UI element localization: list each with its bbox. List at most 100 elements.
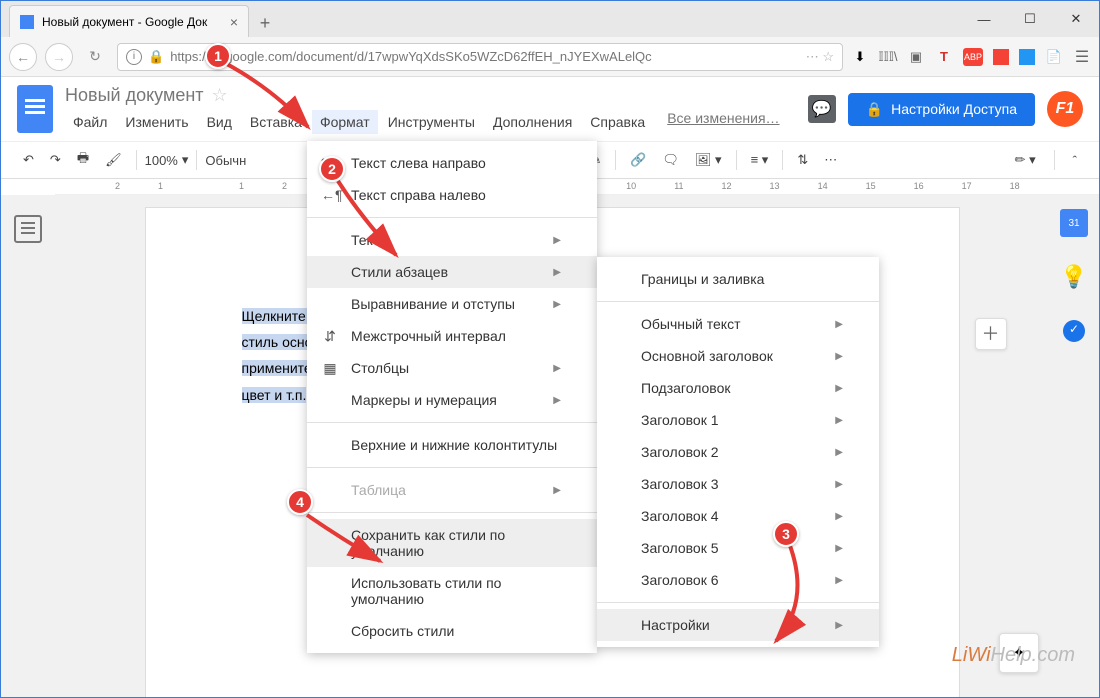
paragraph-style-select[interactable]: Обычн [205, 153, 246, 168]
submenu-subtitle[interactable]: Подзаголовок▶ [597, 372, 879, 404]
menu-bullets[interactable]: Маркеры и нумерация▶ [307, 384, 597, 416]
redo-button[interactable]: ↷ [44, 148, 67, 172]
keep-icon[interactable]: 💡 [1060, 263, 1088, 291]
collapse-button[interactable]: ˆ [1067, 149, 1083, 172]
submenu-arrow-icon: ▶ [835, 620, 843, 631]
minimize-button[interactable]: — [961, 1, 1007, 37]
submenu-settings[interactable]: Настройки▶ [597, 609, 879, 641]
comments-icon[interactable]: 💬 [808, 95, 836, 123]
calendar-icon[interactable]: 31 [1060, 209, 1088, 237]
submenu-normal-text[interactable]: Обычный текст▶ [597, 308, 879, 340]
submenu-heading2[interactable]: Заголовок 2▶ [597, 436, 879, 468]
align-button[interactable]: ≡ ▾ [745, 148, 775, 172]
share-label: Настройки Доступа [891, 101, 1017, 117]
callout-1: 1 [205, 43, 231, 69]
submenu-arrow-icon: ▶ [553, 267, 561, 278]
maximize-button[interactable]: ☐ [1007, 1, 1053, 37]
abp-icon[interactable]: ABP [963, 48, 983, 66]
menu-ltr[interactable]: ¶→Текст слева направо [307, 147, 597, 179]
comment-button[interactable]: 🗨 [656, 148, 685, 172]
menu-insert[interactable]: Вставка [242, 110, 310, 134]
menu-align[interactable]: Выравнивание и отступы▶ [307, 288, 597, 320]
submenu-borders[interactable]: Границы и заливка [597, 263, 879, 295]
menu-rtl[interactable]: ←¶Текст справа налево [307, 179, 597, 211]
docs-header: Новый документ ☆ Файл Изменить Вид Встав… [1, 77, 1099, 141]
star-icon[interactable]: ☆ [212, 85, 228, 106]
outline-icon[interactable] [14, 215, 42, 243]
docs-logo-icon[interactable] [17, 85, 53, 133]
menu-headers-footers[interactable]: Верхние и нижние колонтитулы [307, 429, 597, 461]
url-text: s.google.com/document/d/17wpwYqXdsSKo5WZ… [215, 49, 651, 64]
submenu-heading5[interactable]: Заголовок 5▶ [597, 532, 879, 564]
lock-icon: 🔒 [148, 49, 164, 65]
menu-edit[interactable]: Изменить [117, 110, 196, 134]
close-tab-icon[interactable]: × [230, 14, 238, 30]
menu-line-spacing[interactable]: ⇵Межстрочный интервал [307, 320, 597, 352]
menu-reset-styles[interactable]: Сбросить стили [307, 615, 597, 647]
ext-red-icon[interactable] [993, 49, 1009, 65]
site-info-icon[interactable]: i [126, 49, 142, 65]
menu-bar: Файл Изменить Вид Вставка Формат Инструм… [65, 110, 796, 134]
link-button[interactable]: 🔗 [624, 148, 652, 172]
changes-link[interactable]: Все изменения… [667, 110, 779, 134]
submenu-heading6[interactable]: Заголовок 6▶ [597, 564, 879, 596]
browser-toolbar: ← → ↻ i 🔒 https:// s.google.com/document… [1, 37, 1099, 77]
print-button[interactable]: 🖶 [71, 145, 95, 175]
submenu-heading3[interactable]: Заголовок 3▶ [597, 468, 879, 500]
new-tab-button[interactable]: + [249, 9, 281, 37]
menu-file[interactable]: Файл [65, 110, 115, 134]
document-title[interactable]: Новый документ [65, 85, 204, 106]
share-button[interactable]: 🔒 Настройки Доступа [848, 93, 1035, 126]
docs-favicon-icon [20, 15, 34, 29]
paint-format-button[interactable]: 🖌 [99, 148, 128, 172]
ext-t-icon[interactable]: T [935, 48, 953, 66]
selected-text[interactable]: цвет и т.п. [242, 387, 307, 403]
reload-button[interactable]: ↻ [81, 43, 109, 71]
submenu-arrow-icon: ▶ [835, 575, 843, 586]
window-controls: — ☐ ✕ [961, 1, 1099, 37]
forward-button[interactable]: → [45, 43, 73, 71]
paragraph-styles-submenu: Границы и заливка Обычный текст▶ Основно… [597, 257, 879, 647]
submenu-arrow-icon: ▶ [553, 363, 561, 374]
menu-text[interactable]: Текст▶ [307, 224, 597, 256]
close-window-button[interactable]: ✕ [1053, 1, 1099, 37]
format-dropdown: ¶→Текст слева направо ←¶Текст справа нал… [307, 141, 597, 653]
menu-format[interactable]: Формат [312, 110, 378, 134]
browser-tab[interactable]: Новый документ - Google Док × [9, 5, 249, 37]
menu-columns[interactable]: ▦Столбцы▶ [307, 352, 597, 384]
undo-button[interactable]: ↶ [17, 148, 40, 172]
download-icon[interactable]: ⬇ [851, 48, 869, 66]
more-button[interactable]: ⋯ [818, 148, 843, 172]
submenu-heading1[interactable]: Заголовок 1▶ [597, 404, 879, 436]
menu-tools[interactable]: Инструменты [380, 110, 483, 134]
submenu-arrow-icon: ▶ [553, 235, 561, 246]
menu-save-default-styles[interactable]: Сохранить как стили по умолчанию [307, 519, 597, 567]
back-button[interactable]: ← [9, 43, 37, 71]
image-button[interactable]: 🖼 ▾ [689, 148, 728, 172]
callout-4: 4 [287, 489, 313, 515]
editing-mode-button[interactable]: ✏ ▾ [1009, 148, 1042, 172]
zoom-select[interactable]: 100% ▾ [145, 152, 189, 168]
submenu-arrow-icon: ▶ [553, 299, 561, 310]
columns-icon: ▦ [321, 360, 339, 377]
ext-blue-icon[interactable] [1019, 49, 1035, 65]
add-comment-button[interactable]: ＋ [975, 318, 1007, 350]
f1-avatar-icon[interactable]: F1 [1047, 91, 1083, 127]
menu-use-default-styles[interactable]: Использовать стили по умолчанию [307, 567, 597, 615]
menu-view[interactable]: Вид [199, 110, 240, 134]
menu-table: Таблица▶ [307, 474, 597, 506]
callout-2: 2 [319, 156, 345, 182]
menu-help[interactable]: Справка [582, 110, 653, 134]
submenu-heading4[interactable]: Заголовок 4▶ [597, 500, 879, 532]
menu-addons[interactable]: Дополнения [485, 110, 580, 134]
menu-paragraph-styles[interactable]: Стили абзацев▶ [307, 256, 597, 288]
tasks-icon[interactable]: ✓ [1060, 317, 1088, 345]
submenu-title[interactable]: Основной заголовок▶ [597, 340, 879, 372]
browser-menu-icon[interactable]: ☰ [1073, 48, 1091, 66]
pocket-icon[interactable]: ▣ [907, 48, 925, 66]
submenu-arrow-icon: ▶ [835, 447, 843, 458]
notes-icon[interactable]: 📄 [1045, 48, 1063, 66]
submenu-arrow-icon: ▶ [553, 485, 561, 496]
line-spacing-button[interactable]: ⇅ [791, 148, 814, 172]
library-icon[interactable]: 𝕀𝕀𝕀\ [879, 48, 897, 66]
